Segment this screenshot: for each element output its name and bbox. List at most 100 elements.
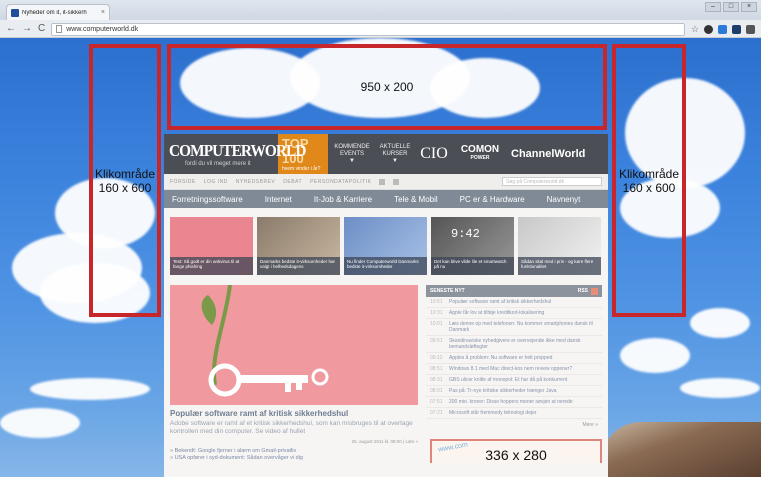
courses-menu[interactable]: AKTUELLE KURSER ▼ (376, 144, 414, 165)
news-title: GBS ulicer knitle af monopol: Et har då … (449, 377, 568, 383)
chevron-down-icon: ▼ (349, 157, 355, 164)
util-link[interactable]: PERSONDATAPOLITIK (310, 179, 371, 185)
search-input[interactable]: Søg på Computerworld.dk (502, 177, 602, 186)
website-content: COMPUTERWORLD fordi du vil meget mere it… (164, 134, 608, 477)
news-heading: SENESTE NYT (430, 288, 465, 294)
back-button[interactable]: ← (6, 24, 16, 34)
lead-text: Adobe software er ramt af et kritisk sik… (170, 420, 413, 435)
news-title: Pas på: Tr-nye kritiske sikkerheder træn… (449, 388, 557, 394)
ad-size-label: 336 x 280 (485, 447, 547, 463)
util-link[interactable]: DEBAT (283, 179, 302, 185)
logo-tagline: fordi du vil meget mere it (185, 161, 251, 167)
news-item[interactable]: 10:31 Apple får lov at tilføje kreditkort… (426, 308, 602, 319)
channelworld-logo[interactable]: ChannelWorld (511, 148, 585, 160)
logo-text: COMPUTERWORLD (169, 141, 306, 160)
news-item[interactable]: 07:21 Microsoft står fremmedy teknologi d… (426, 408, 602, 419)
click-zone-left[interactable]: Klikområde 160 x 600 (89, 44, 161, 317)
close-window-button[interactable]: × (741, 2, 757, 12)
news-time: 07:21 (430, 410, 443, 416)
news-time: 10:51 (430, 299, 443, 305)
lead-links: » Bekendt: Google fjerner i alarm om Gma… (170, 448, 418, 462)
news-item[interactable]: 08:01 Pas på: Tr-nye kritiske sikkerheder… (426, 386, 602, 397)
tab-title: Nyheder om it, it-sikkerh (22, 9, 87, 16)
lead-image[interactable] (170, 285, 418, 405)
news-title: Skandinaviske nyhedgivere er overvejende… (449, 338, 581, 350)
click-zone-right[interactable]: Klikområde 160 x 600 (612, 44, 686, 317)
nav-item[interactable]: PC er & Hardware (460, 195, 525, 204)
util-link[interactable]: LOG IND (204, 179, 228, 185)
comon-sub: POWER (470, 155, 490, 161)
close-icon[interactable]: × (101, 9, 105, 16)
news-item[interactable]: 10:51 Populær software ramt af kritisk si… (426, 297, 602, 308)
ad-336x280[interactable]: www.com 336 x 280 (430, 439, 602, 463)
url-text: www.computerworld.dk (66, 25, 139, 33)
teaser-caption: Danmarks bedste it-virksomheder har valg… (257, 257, 340, 275)
window-controls: – □ × (705, 2, 757, 12)
nav-item[interactable]: It-Job & Karriere (314, 195, 372, 204)
cloud (30, 378, 150, 400)
extension-icon[interactable] (704, 24, 713, 34)
related-link[interactable]: » USA opfører i syd-dokument: Sådan over… (170, 455, 418, 462)
site-logo[interactable]: COMPUTERWORLD fordi du vil meget mere it (169, 141, 306, 167)
facebook-icon[interactable] (379, 178, 386, 185)
nav-item[interactable]: Tele & Mobil (394, 195, 438, 204)
utility-bar: FORSIDE LOG IND NYHEDSBREV DEBAT PERSOND… (164, 174, 608, 190)
news-item[interactable]: 07:51 200 mio. kroner: Disse hoppers mene… (426, 397, 602, 408)
teaser-row: Test: Så godt er din antivirus til at fa… (164, 208, 608, 275)
news-title: Windows 8.1 med Mac direct-kos nem revie… (449, 366, 573, 372)
cloud (0, 408, 80, 438)
main-content: Populær software ramt af kritisk sikkerh… (164, 275, 608, 463)
news-title: 200 mio. kroner: Disse hoppers mener søv… (449, 399, 573, 405)
top100-sub: hvem vinder i år? (282, 166, 321, 172)
news-time: 10:31 (430, 310, 443, 316)
util-link[interactable]: FORSIDE (170, 179, 196, 185)
news-item[interactable]: 09:12 Apples å problem: Nu software er he… (426, 353, 602, 364)
cloud (680, 378, 760, 398)
news-title: Apples å problem: Nu software er helt pr… (449, 355, 553, 361)
nav-item[interactable]: Forretningssoftware (172, 195, 243, 204)
news-time: 08:51 (430, 366, 443, 372)
teaser[interactable]: Sådan skal med i pris - og køre flere fu… (518, 217, 601, 275)
news-time: 10:01 (430, 321, 443, 327)
news-item[interactable]: 08:31 GBS ulicer knitle af monopol: Et ha… (426, 375, 602, 386)
maximize-button[interactable]: □ (723, 2, 739, 12)
twitter-icon[interactable] (393, 178, 400, 185)
rss-icon[interactable] (591, 287, 598, 295)
more-link[interactable]: Mere » (426, 419, 602, 431)
tab-bar: Nyheder om it, it-sikkerh × – □ × (0, 0, 761, 20)
lead-title[interactable]: Populær software ramt af kritisk sikkerh… (170, 409, 418, 418)
nav-item[interactable]: Navnenyt (547, 195, 581, 204)
teaser[interactable]: Nu finder Computerworld Danmarks bedste … (344, 217, 427, 275)
masthead: COMPUTERWORLD fordi du vil meget mere it… (164, 134, 608, 174)
util-link[interactable]: NYHEDSBREV (236, 179, 275, 185)
news-title: Populær software ramt af kritisk sikkerh… (449, 299, 552, 305)
extension-icon[interactable] (732, 24, 741, 34)
click-zone-top[interactable]: 950 x 200 (167, 44, 607, 130)
cio-logo[interactable]: CIO (419, 145, 449, 163)
chevron-down-icon: ▼ (392, 157, 398, 164)
teaser[interactable]: Test: Så godt er din antivirus til at fa… (170, 217, 253, 275)
minimize-button[interactable]: – (705, 2, 721, 12)
address-bar[interactable]: www.computerworld.dk (51, 22, 685, 36)
comon-logo[interactable]: COMON POWER (454, 145, 506, 163)
teaser[interactable]: Danmarks bedste it-virksomheder har valg… (257, 217, 340, 275)
forward-button[interactable]: → (22, 24, 32, 34)
reload-button[interactable]: C (38, 24, 45, 34)
zone-label-top: 950 x 200 (360, 80, 414, 94)
bookmark-star-icon[interactable]: ☆ (691, 24, 699, 35)
rss-group: RSS (578, 287, 598, 295)
extension-icon[interactable] (718, 24, 727, 34)
nav-item[interactable]: Internet (265, 195, 292, 204)
menu-icon[interactable] (746, 24, 755, 34)
news-item[interactable]: 08:51 Windows 8.1 med Mac direct-kos nem … (426, 364, 602, 375)
news-item[interactable]: 09:51 Skandinaviske nyhedgivere er overve… (426, 336, 602, 353)
rss-label[interactable]: RSS (578, 288, 588, 294)
rocky-ground (601, 422, 761, 477)
news-item[interactable]: 10:01 Læs denne op med telefonen: Nu komm… (426, 319, 602, 336)
news-time: 08:31 (430, 377, 443, 383)
browser-tab[interactable]: Nyheder om it, it-sikkerh × (6, 4, 110, 20)
teaser[interactable]: 9:42 Det kan blive vilde lile et smartwa… (431, 217, 514, 275)
events-menu[interactable]: KOMMENDE EVENTS ▼ (333, 144, 371, 165)
ad-watermark: www.com (437, 441, 469, 454)
related-link[interactable]: » Bekendt: Google fjerner i alarm om Gma… (170, 448, 418, 455)
